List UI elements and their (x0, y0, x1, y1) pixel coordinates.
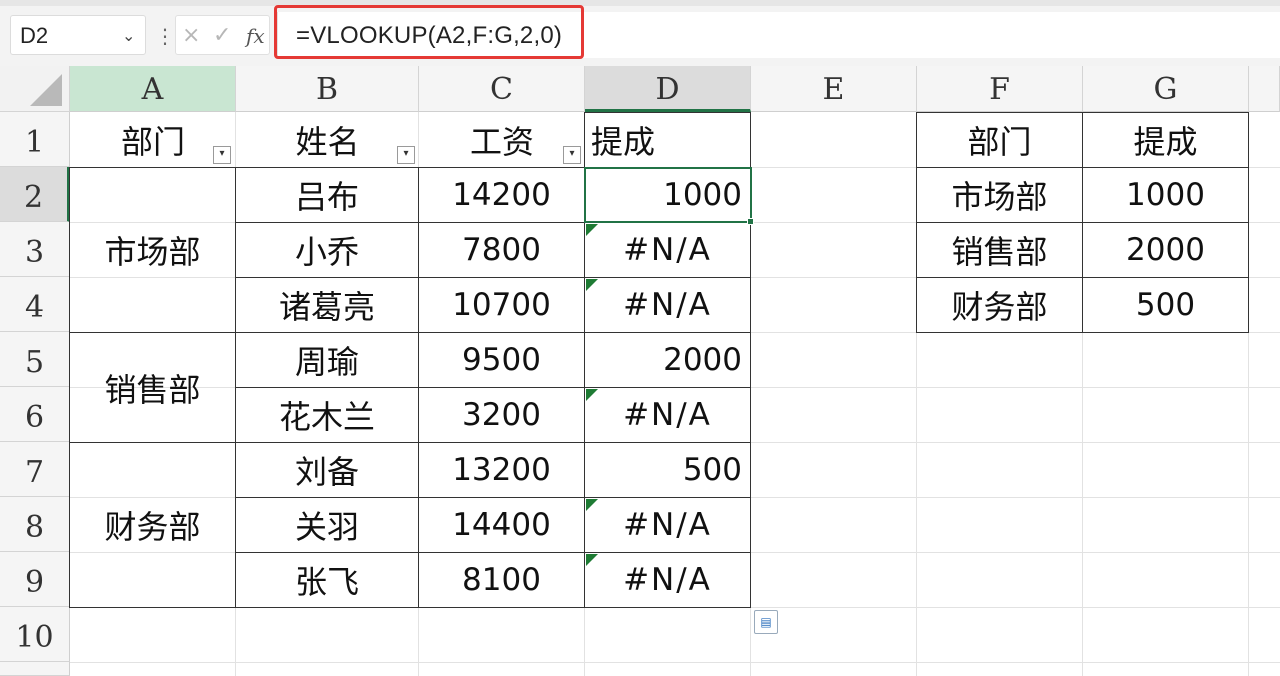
bonus-cell-error[interactable]: #N/A (584, 387, 751, 443)
column-header-b[interactable]: B (236, 66, 419, 112)
row-header-6[interactable]: 6 (0, 387, 70, 442)
error-indicator-icon[interactable] (586, 279, 598, 291)
salary-cell[interactable]: 14200 (418, 167, 585, 223)
row-header-10[interactable]: 10 (0, 607, 70, 662)
column-header-a[interactable]: A (70, 66, 236, 112)
bonus-cell-error[interactable]: #N/A (584, 497, 751, 553)
dept-cell-finance[interactable]: 财务部 (69, 442, 236, 608)
lookup-dept-cell[interactable]: 市场部 (916, 167, 1083, 223)
lookup-header-bonus[interactable]: 提成 (1082, 112, 1249, 168)
lookup-dept-cell[interactable]: 销售部 (916, 222, 1083, 278)
lookup-bonus-cell[interactable]: 500 (1082, 277, 1249, 333)
name-cell[interactable]: 张飞 (235, 552, 419, 608)
bonus-cell-error[interactable]: #N/A (584, 552, 751, 608)
header-cell-dept[interactable]: 部门 (70, 112, 236, 167)
bonus-cell-error[interactable]: #N/A (584, 222, 751, 278)
header-cell-bonus[interactable]: 提成 (584, 112, 751, 168)
chevron-down-icon[interactable]: ⌄ (122, 18, 135, 54)
grid-line (70, 662, 1280, 663)
salary-cell[interactable]: 8100 (418, 552, 585, 608)
name-cell[interactable]: 花木兰 (235, 387, 419, 443)
bonus-cell[interactable]: 2000 (584, 332, 751, 388)
filter-dropdown-icon[interactable]: ▾ (397, 146, 415, 164)
name-cell[interactable]: 周瑜 (235, 332, 419, 388)
name-cell[interactable]: 小乔 (235, 222, 419, 278)
name-box-value: D2 (20, 23, 49, 48)
salary-cell[interactable]: 14400 (418, 497, 585, 553)
filter-dropdown-icon[interactable]: ▾ (563, 146, 581, 164)
bonus-cell-error[interactable]: #N/A (584, 277, 751, 333)
insert-function-icon[interactable]: fx (246, 18, 265, 54)
salary-cell[interactable]: 7800 (418, 222, 585, 278)
header-cell-name[interactable]: 姓名 (236, 112, 419, 167)
salary-cell[interactable]: 10700 (418, 277, 585, 333)
error-indicator-icon[interactable] (586, 554, 598, 566)
formula-highlight-box (274, 5, 584, 59)
header-cell-salary[interactable]: 工资 (419, 112, 585, 167)
fill-handle[interactable] (747, 218, 754, 225)
salary-cell[interactable]: 13200 (418, 442, 585, 498)
active-cell-border[interactable] (584, 167, 752, 223)
name-cell[interactable]: 吕布 (235, 167, 419, 223)
name-cell[interactable]: 诸葛亮 (235, 277, 419, 333)
name-cell[interactable]: 关羽 (235, 497, 419, 553)
error-indicator-icon[interactable] (586, 499, 598, 511)
lookup-bonus-cell[interactable]: 2000 (1082, 222, 1249, 278)
column-header-d[interactable]: D (585, 66, 751, 112)
column-header-c[interactable]: C (419, 66, 585, 112)
row-header-8[interactable]: 8 (0, 497, 70, 552)
toolbar-edge (0, 0, 1280, 6)
row-header-7[interactable]: 7 (0, 442, 70, 497)
row-header-9[interactable]: 9 (0, 552, 70, 607)
select-all-triangle-icon (30, 74, 62, 106)
column-header-h[interactable] (1249, 66, 1280, 112)
select-all-corner[interactable] (0, 66, 70, 112)
filter-dropdown-icon[interactable]: ▾ (213, 146, 231, 164)
error-indicator-icon[interactable] (586, 389, 598, 401)
error-indicator-icon[interactable] (586, 224, 598, 236)
lookup-header-dept[interactable]: 部门 (916, 112, 1083, 168)
row-header-1[interactable]: 1 (0, 112, 70, 167)
lookup-dept-cell[interactable]: 财务部 (916, 277, 1083, 333)
dept-cell-market[interactable]: 市场部 (69, 167, 236, 333)
bonus-cell[interactable]: 500 (584, 442, 751, 498)
lookup-bonus-cell[interactable]: 1000 (1082, 167, 1249, 223)
salary-cell[interactable]: 9500 (418, 332, 585, 388)
row-header-2[interactable]: 2 (0, 167, 70, 222)
paste-options-icon[interactable]: ▤ (754, 610, 778, 634)
column-header-e[interactable]: E (751, 66, 917, 112)
row-header-11[interactable] (0, 662, 70, 676)
column-header-g[interactable]: G (1083, 66, 1249, 112)
row-header-4[interactable]: 4 (0, 277, 70, 332)
dept-cell-sales[interactable]: 销售部 (69, 332, 236, 443)
row-header-5[interactable]: 5 (0, 332, 70, 387)
more-icon[interactable]: ⋮ (155, 18, 175, 54)
name-cell[interactable]: 刘备 (235, 442, 419, 498)
cancel-icon[interactable]: × (182, 18, 200, 54)
row-header-3[interactable]: 3 (0, 222, 70, 277)
salary-cell[interactable]: 3200 (418, 387, 585, 443)
check-icon[interactable]: ✓ (213, 18, 231, 54)
column-header-f[interactable]: F (917, 66, 1083, 112)
